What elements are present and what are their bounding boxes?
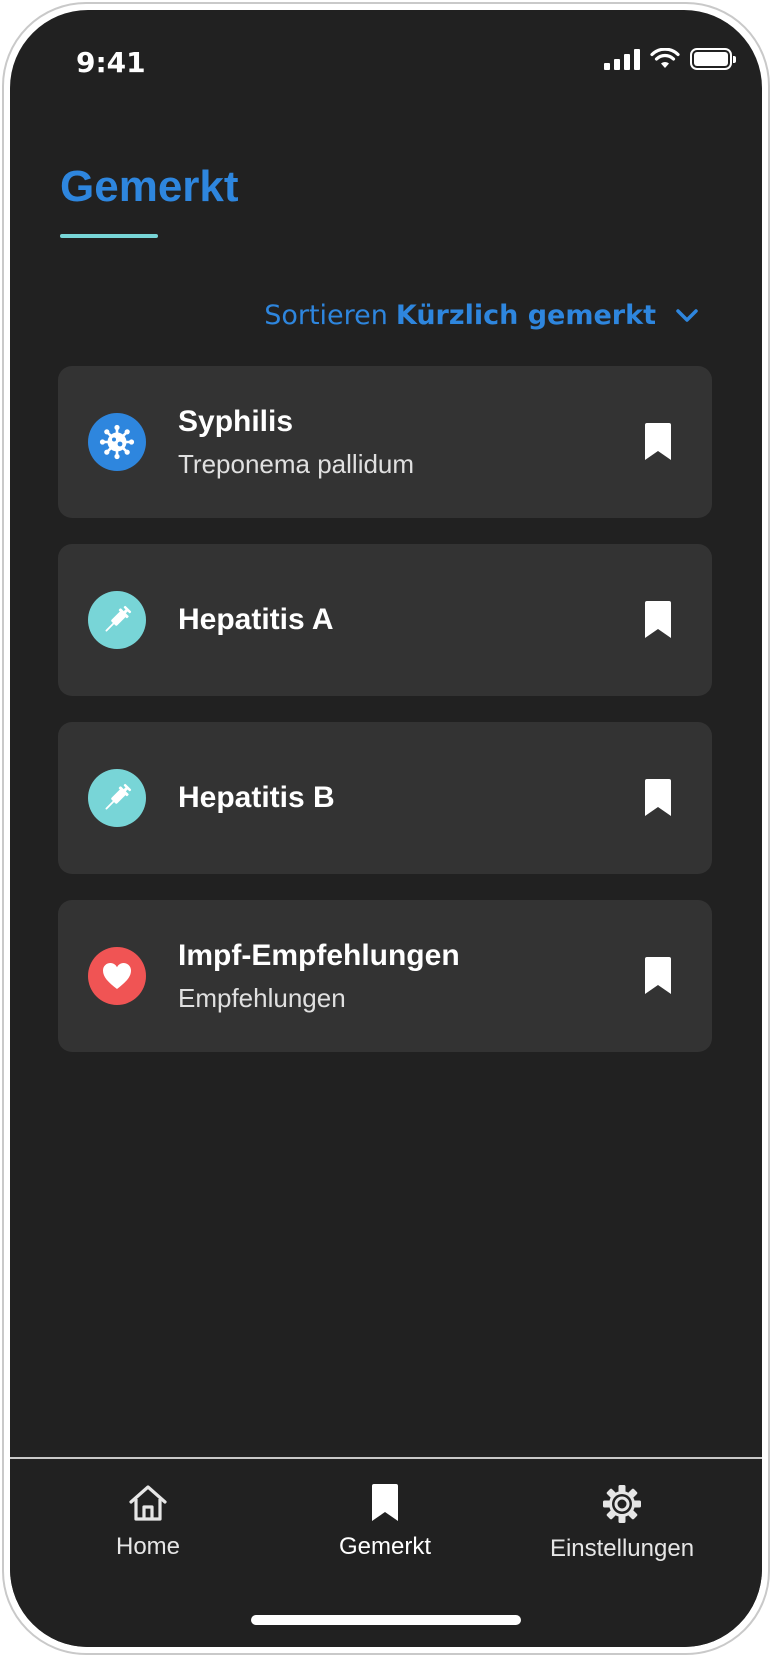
bookmark-icon[interactable] xyxy=(642,600,674,640)
tab-label: Home xyxy=(115,1533,181,1560)
tab-home[interactable]: Home xyxy=(28,1483,268,1561)
tab-gemerkt[interactable]: Gemerkt xyxy=(265,1483,505,1561)
gear-icon xyxy=(603,1485,641,1523)
home-icon xyxy=(129,1485,167,1521)
app-screen: 9:41 Gemerkt Sortieren Kürzlich gemerkt xyxy=(10,10,762,1647)
tab-einstellungen[interactable]: Einstellungen xyxy=(502,1483,742,1563)
card-text: Hepatitis B xyxy=(178,781,622,815)
item-title: Hepatitis B xyxy=(178,781,335,814)
chevron-down-icon xyxy=(676,308,698,322)
status-icons xyxy=(604,48,736,70)
list-item-hepatitis-a[interactable]: Hepatitis A xyxy=(58,544,712,696)
battery-icon xyxy=(690,48,736,70)
card-text: Impf-Empfehlungen Empfehlungen xyxy=(178,939,622,1014)
bookmark-icon[interactable] xyxy=(642,778,674,818)
tab-label: Einstellungen xyxy=(549,1535,695,1562)
list-item-impf-empfehlungen[interactable]: Impf-Empfehlungen Empfehlungen xyxy=(58,900,712,1052)
title-underline xyxy=(60,234,158,238)
cellular-signal-icon xyxy=(604,48,640,70)
card-text: Hepatitis A xyxy=(178,603,622,637)
page-title: Gemerkt xyxy=(60,162,239,211)
item-title: Impf-Empfehlungen xyxy=(178,938,460,972)
wifi-icon xyxy=(650,48,680,68)
bookmark-icon[interactable] xyxy=(642,956,674,996)
sort-dropdown[interactable]: Sortieren Kürzlich gemerkt xyxy=(264,300,702,331)
bookmark-icon xyxy=(372,1484,398,1521)
sort-value: Kürzlich gemerkt xyxy=(395,300,656,331)
item-title: Syphilis xyxy=(178,404,294,438)
list-item-syphilis[interactable]: Syphilis Treponema pallidum xyxy=(58,366,712,518)
item-subtitle: Treponema pallidum xyxy=(178,448,415,479)
item-title: Hepatitis A xyxy=(178,603,334,636)
virus-icon xyxy=(88,413,146,471)
home-indicator[interactable] xyxy=(251,1615,521,1625)
list-item-hepatitis-b[interactable]: Hepatitis B xyxy=(58,722,712,874)
item-subtitle: Empfehlungen xyxy=(178,982,346,1013)
card-text: Syphilis Treponema pallidum xyxy=(178,405,622,480)
bookmark-icon[interactable] xyxy=(642,422,674,462)
syringe-icon xyxy=(88,769,146,827)
tab-label: Gemerkt xyxy=(338,1533,431,1560)
syringe-icon xyxy=(88,591,146,649)
phone-frame: 9:41 Gemerkt Sortieren Kürzlich gemerkt xyxy=(2,2,770,1655)
sort-label: Sortieren xyxy=(264,300,388,331)
heart-icon xyxy=(88,947,146,1005)
tab-bar: Home Gemerkt Einstellungen xyxy=(10,1457,762,1647)
bookmark-list: Syphilis Treponema pallidum Hepatitis A … xyxy=(58,366,712,1078)
status-time: 9:41 xyxy=(76,46,146,79)
